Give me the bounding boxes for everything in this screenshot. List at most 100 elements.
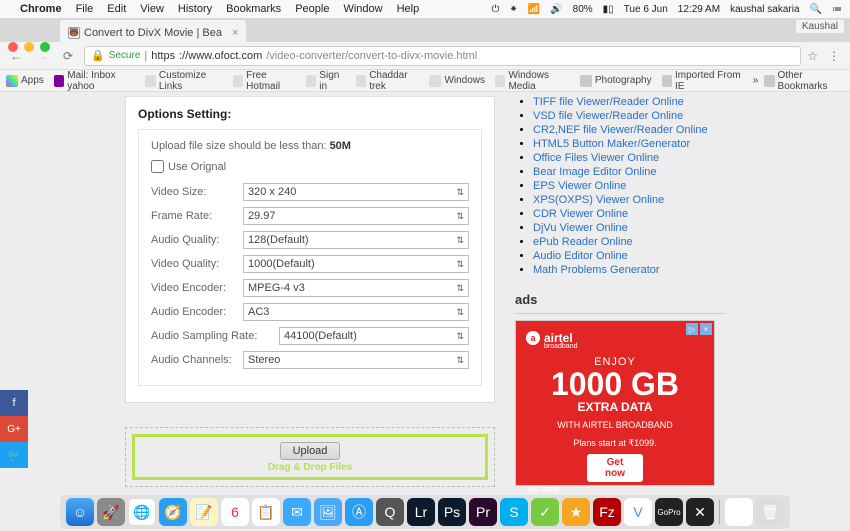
dock-appstore[interactable]: Ⓐ bbox=[345, 498, 373, 526]
audio-quality-select[interactable]: 128(Default)⇅ bbox=[243, 231, 469, 249]
close-window-button[interactable] bbox=[8, 42, 18, 52]
dock-gopro[interactable]: GoPro bbox=[655, 498, 683, 526]
video-quality-select[interactable]: 1000(Default)⇅ bbox=[243, 255, 469, 273]
dock-notes[interactable]: 📝 bbox=[190, 498, 218, 526]
upload-dropzone[interactable]: Upload Drag & Drop Files bbox=[125, 427, 495, 487]
dock-premiere[interactable]: Pr bbox=[469, 498, 497, 526]
menu-extra-icon[interactable]: ≔ bbox=[832, 4, 842, 15]
frame-rate-select[interactable]: 29.97⇅ bbox=[243, 207, 469, 225]
menubar-user[interactable]: kaushal sakaria bbox=[730, 4, 799, 15]
bookmark-windows-media[interactable]: Windows Media bbox=[495, 70, 570, 92]
volume-icon[interactable]: 🔊 bbox=[550, 4, 562, 15]
power-icon[interactable]: ⏻ bbox=[491, 4, 499, 15]
menu-people[interactable]: People bbox=[295, 3, 329, 15]
sidebar-link[interactable]: Math Problems Generator bbox=[533, 264, 660, 276]
menu-view[interactable]: View bbox=[140, 3, 164, 15]
dock-app-orange[interactable]: ★ bbox=[562, 498, 590, 526]
ad-cta-button[interactable]: Get now bbox=[587, 454, 643, 482]
profile-badge[interactable]: Kaushal bbox=[796, 20, 844, 33]
battery-icon[interactable]: ▮▯ bbox=[603, 4, 614, 15]
browser-tab[interactable]: 🐻 Convert to DivX Movie | Bea × bbox=[60, 20, 246, 42]
bookmark-customize[interactable]: Customize Links bbox=[145, 70, 222, 92]
menu-window[interactable]: Window bbox=[343, 3, 382, 15]
menu-file[interactable]: File bbox=[76, 3, 94, 15]
sidebar-link[interactable]: CR2,NEF file Viewer/Reader Online bbox=[533, 124, 708, 136]
dock-preview[interactable]: 🖼 bbox=[314, 498, 342, 526]
bookmark-mail[interactable]: Mail: Inbox yahoo bbox=[54, 70, 136, 92]
bookmark-hotmail[interactable]: Free Hotmail bbox=[233, 70, 296, 92]
audio-channels-select[interactable]: Stereo⇅ bbox=[243, 351, 469, 369]
bookmarks-overflow-icon[interactable]: » bbox=[753, 75, 759, 86]
menu-edit[interactable]: Edit bbox=[107, 3, 126, 15]
other-bookmarks[interactable]: Other Bookmarks bbox=[764, 70, 844, 92]
bluetooth-icon[interactable]: ⁕ bbox=[509, 4, 517, 15]
bookmark-chaddar[interactable]: Chaddar trek bbox=[356, 70, 420, 92]
filesize-note: Upload file size should be less than: 50… bbox=[138, 129, 482, 386]
spotlight-icon[interactable]: 🔍 bbox=[810, 4, 822, 15]
video-size-select[interactable]: 320 x 240⇅ bbox=[243, 183, 469, 201]
sidebar-link[interactable]: DjVu Viewer Online bbox=[533, 222, 628, 234]
wifi-icon[interactable]: 📶 bbox=[528, 4, 540, 15]
dock-safari[interactable]: 🧭 bbox=[159, 498, 187, 526]
dock-lightroom[interactable]: Lr bbox=[407, 498, 435, 526]
menu-bookmarks[interactable]: Bookmarks bbox=[226, 3, 281, 15]
bookmark-windows[interactable]: Windows bbox=[429, 75, 485, 87]
menubar-app[interactable]: Chrome bbox=[20, 3, 62, 15]
dock-launchpad[interactable]: 🚀 bbox=[97, 498, 125, 526]
menu-button[interactable]: ⋮ bbox=[824, 46, 844, 66]
dock-app-x[interactable]: ✕ bbox=[686, 498, 714, 526]
dock-filezilla[interactable]: Fz bbox=[593, 498, 621, 526]
dock-app-green[interactable]: ✓ bbox=[531, 498, 559, 526]
sidebar-link[interactable]: VSD file Viewer/Reader Online bbox=[533, 110, 683, 122]
video-size-label: Video Size: bbox=[151, 186, 206, 198]
sidebar-link[interactable]: HTML5 Button Maker/Generator bbox=[533, 138, 690, 150]
page-viewport[interactable]: Options Setting: Upload file size should… bbox=[0, 92, 850, 493]
bookmark-signin[interactable]: Sign in bbox=[306, 70, 346, 92]
dock-finder[interactable]: ☺ bbox=[66, 498, 94, 526]
sidebar-link[interactable]: Office Files Viewer Online bbox=[533, 152, 659, 164]
bookmark-apps[interactable]: Apps bbox=[6, 75, 44, 87]
dock-reminders[interactable]: 📋 bbox=[252, 498, 280, 526]
menu-history[interactable]: History bbox=[178, 3, 212, 15]
bookmark-imported[interactable]: Imported From IE bbox=[662, 70, 743, 92]
video-encoder-select[interactable]: MPEG-4 v3⇅ bbox=[243, 279, 469, 297]
sidebar-link[interactable]: Bear Image Editor Online bbox=[533, 166, 657, 178]
facebook-share-button[interactable]: f bbox=[0, 390, 28, 416]
page-icon bbox=[306, 75, 316, 87]
ad-close-icon[interactable]: × bbox=[700, 323, 712, 335]
sampling-rate-select[interactable]: 44100(Default)⇅ bbox=[279, 327, 469, 345]
sidebar-link[interactable]: CDR Viewer Online bbox=[533, 208, 628, 220]
sidebar-link[interactable]: TIFF file Viewer/Reader Online bbox=[533, 96, 684, 108]
bookmark-photography[interactable]: Photography bbox=[580, 75, 652, 87]
dock-chrome[interactable]: 🌐 bbox=[128, 498, 156, 526]
sidebar-link[interactable]: XPS(OXPS) Viewer Online bbox=[533, 194, 664, 206]
sidebar-link[interactable]: Audio Editor Online bbox=[533, 250, 628, 262]
address-input[interactable]: 🔒 Secure | https://www.ofoct.com/video-c… bbox=[84, 46, 801, 66]
dock-app-v[interactable]: V bbox=[624, 498, 652, 526]
sidebar-link[interactable]: EPS Viewer Online bbox=[533, 180, 626, 192]
sidebar-link[interactable]: ePub Reader Online bbox=[533, 236, 633, 248]
dock-mail[interactable]: ✉ bbox=[283, 498, 311, 526]
dock-trash[interactable]: 🗑 bbox=[756, 498, 784, 526]
dock-calendar[interactable]: 6 bbox=[221, 498, 249, 526]
menubar-date[interactable]: Tue 6 Jun bbox=[624, 4, 668, 15]
options-panel: Options Setting: Upload file size should… bbox=[125, 96, 495, 403]
nav-reload-button[interactable]: ⟳ bbox=[58, 46, 78, 66]
dock-skype[interactable]: S bbox=[500, 498, 528, 526]
menu-help[interactable]: Help bbox=[397, 3, 420, 15]
audio-encoder-select[interactable]: AC3⇅ bbox=[243, 303, 469, 321]
twitter-share-button[interactable]: 🐦 bbox=[0, 442, 28, 468]
dock-photoshop[interactable]: Ps bbox=[438, 498, 466, 526]
use-original-checkbox[interactable] bbox=[151, 160, 164, 173]
dock-quicktime[interactable]: Q bbox=[376, 498, 404, 526]
fullscreen-window-button[interactable] bbox=[40, 42, 50, 52]
adchoices-icon[interactable]: ▷ bbox=[686, 323, 698, 335]
ad-banner[interactable]: ▷× aairtel broadband ENJOY 1000 GB EXTRA… bbox=[515, 320, 715, 486]
googleplus-share-button[interactable]: G+ bbox=[0, 416, 28, 442]
dock-downloads[interactable]: ⬇ bbox=[725, 498, 753, 526]
bookmark-star-icon[interactable]: ☆ bbox=[807, 49, 818, 63]
upload-button[interactable]: Upload bbox=[280, 442, 341, 460]
minimize-window-button[interactable] bbox=[24, 42, 34, 52]
menubar-time[interactable]: 12:29 AM bbox=[678, 4, 720, 15]
tab-close-icon[interactable]: × bbox=[232, 27, 238, 39]
